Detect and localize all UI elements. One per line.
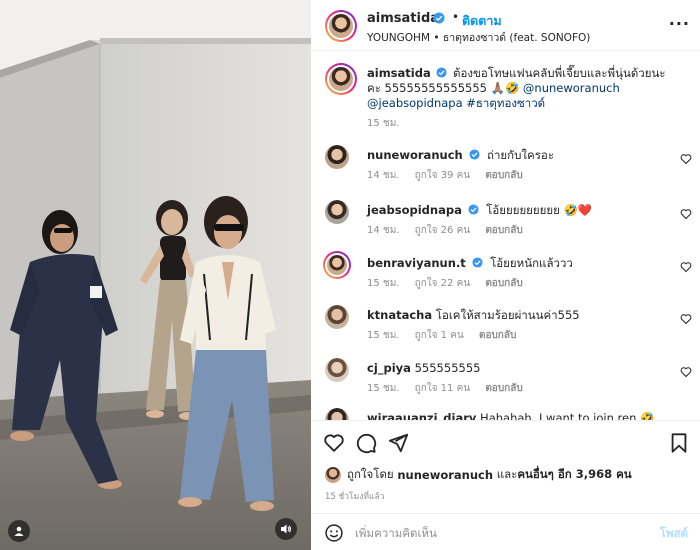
- post-details-panel: aimsatida • ติดตาม YOUNGOHM • ธาตุทองซาว…: [311, 0, 700, 550]
- commenter-username[interactable]: wiraauanzi_diary: [367, 411, 476, 420]
- comment-heart-icon[interactable]: [680, 208, 692, 220]
- likes-summary: ถูกใจโดย nuneworanuch และ คนอื่นๆ อีก 3,…: [325, 466, 632, 484]
- header-separator: •: [452, 10, 460, 24]
- commenter-username[interactable]: jeabsopidnapa: [367, 203, 462, 217]
- caption-emojis: 🙏🏽🤣: [490, 81, 520, 95]
- reply-button[interactable]: ตอบกลับ: [485, 225, 522, 236]
- comment-likes[interactable]: ถูกใจ 11 คน: [415, 383, 470, 394]
- comment-heart-icon[interactable]: [680, 261, 692, 273]
- likes-joiner: และ: [496, 467, 518, 481]
- verified-badge-icon: [433, 12, 445, 24]
- comment-text: โอเคให้สามร้อยผ่านนค่า555: [435, 308, 580, 322]
- post-header: aimsatida • ติดตาม YOUNGOHM • ธาตุทองซาว…: [311, 0, 700, 51]
- author-username[interactable]: aimsatida: [367, 11, 439, 26]
- caption-username[interactable]: aimsatida: [367, 66, 431, 80]
- comment-heart-icon[interactable]: [680, 313, 692, 325]
- commenter-avatar[interactable]: [325, 200, 349, 224]
- commenter-avatar[interactable]: [325, 408, 349, 420]
- reply-button[interactable]: ตอบกลับ: [485, 278, 522, 289]
- post-timestamp[interactable]: 15 ชั่วโมงที่แล้ว: [325, 489, 384, 503]
- comment-heart-icon[interactable]: [680, 153, 692, 165]
- comment-input[interactable]: [355, 522, 645, 544]
- commenter-username[interactable]: benraviyanun.t: [367, 256, 466, 270]
- verified-badge-icon: [469, 149, 480, 160]
- post-media-video[interactable]: [0, 0, 311, 550]
- audio-track-link[interactable]: YOUNGOHM • ธาตุทองซาวด์ (feat. SONOFO): [367, 29, 590, 46]
- heart-icon[interactable]: [323, 432, 345, 454]
- speaker-icon: [281, 524, 291, 534]
- comments-list[interactable]: aimsatida ต้องขอโทษแฟนคลับพี่เจี๊ยบและพี…: [311, 52, 700, 420]
- follow-button[interactable]: ติดตาม: [462, 11, 502, 31]
- dance-video-frame: [0, 0, 311, 550]
- caption-hashtag[interactable]: #ธาตุทองซาวด์: [466, 96, 545, 110]
- comment-likes[interactable]: ถูกใจ 39 คน: [415, 170, 470, 181]
- comment-meta: 15 ชม. ถูกใจ 22 คน ตอบกลับ: [367, 276, 535, 291]
- commenter-avatar[interactable]: [323, 251, 351, 279]
- comment-likes[interactable]: ถูกใจ 1 คน: [415, 330, 464, 341]
- comment-meta: 14 ชม. ถูกใจ 26 คน ตอบกลับ: [367, 223, 535, 238]
- caption-author-avatar[interactable]: [325, 63, 357, 95]
- commenter-username[interactable]: nuneworanuch: [367, 148, 463, 162]
- comment-icon[interactable]: [355, 432, 377, 454]
- comment-likes[interactable]: ถูกใจ 26 คน: [415, 225, 470, 236]
- comment-likes[interactable]: ถูกใจ 22 คน: [415, 278, 470, 289]
- tagged-users-button[interactable]: [8, 520, 30, 542]
- verified-badge-icon: [468, 204, 480, 215]
- comment-time[interactable]: 14 ชม.: [367, 225, 399, 236]
- comment-time[interactable]: 15 ชม.: [367, 383, 399, 394]
- user-tag-icon: [14, 526, 24, 536]
- emoji-icon[interactable]: [324, 523, 344, 543]
- author-avatar[interactable]: [325, 10, 357, 42]
- verified-badge-icon: [472, 257, 483, 268]
- comment-text: โอ้ยยหนักแล้ววว: [490, 256, 573, 270]
- sound-toggle-button[interactable]: [275, 518, 297, 540]
- more-options-button[interactable]: ...: [669, 10, 690, 29]
- comment-composer: โพสต์: [311, 513, 700, 550]
- post-action-bar: [311, 420, 700, 462]
- caption-time[interactable]: 15 ชม.: [367, 116, 399, 131]
- reply-button[interactable]: ตอบกลับ: [485, 383, 522, 394]
- likes-others-link[interactable]: คนอื่นๆ อีก 3,968 คน: [517, 466, 631, 484]
- comment-text: ถ่ายกับใครอะ: [487, 148, 555, 162]
- comment-heart-icon[interactable]: [680, 366, 692, 378]
- comment-text: 555555555: [414, 361, 481, 375]
- commenter-username[interactable]: ktnatacha: [367, 308, 432, 322]
- liker-avatar[interactable]: [325, 467, 341, 483]
- comment-meta: 14 ชม. ถูกใจ 39 คน ตอบกลับ: [367, 168, 535, 183]
- comment-text: โอ้ยยยยยยยยย 🤣❤️: [486, 203, 593, 217]
- commenter-avatar[interactable]: [325, 358, 349, 382]
- comment-text: Hahahah, I want to join ren 🤣: [480, 411, 655, 420]
- commenter-avatar[interactable]: [325, 305, 349, 329]
- likes-prefix: ถูกใจโดย: [347, 467, 394, 481]
- comment-meta: 15 ชม. ถูกใจ 1 คน ตอบกลับ: [367, 328, 528, 343]
- reply-button[interactable]: ตอบกลับ: [479, 330, 516, 341]
- comment-time[interactable]: 14 ชม.: [367, 170, 399, 181]
- comment-time[interactable]: 15 ชม.: [367, 330, 399, 341]
- reply-button[interactable]: ตอบกลับ: [485, 170, 522, 181]
- share-icon[interactable]: [387, 432, 409, 454]
- comment-time[interactable]: 15 ชม.: [367, 278, 399, 289]
- bookmark-icon[interactable]: [668, 432, 690, 454]
- post-comment-button[interactable]: โพสต์: [660, 525, 688, 543]
- comment-meta: 15 ชม. ถูกใจ 11 คน ตอบกลับ: [367, 381, 535, 396]
- verified-badge-icon: [436, 67, 447, 78]
- liker-username[interactable]: nuneworanuch: [397, 468, 493, 482]
- commenter-avatar[interactable]: [325, 145, 349, 169]
- commenter-username[interactable]: cj_piya: [367, 361, 411, 375]
